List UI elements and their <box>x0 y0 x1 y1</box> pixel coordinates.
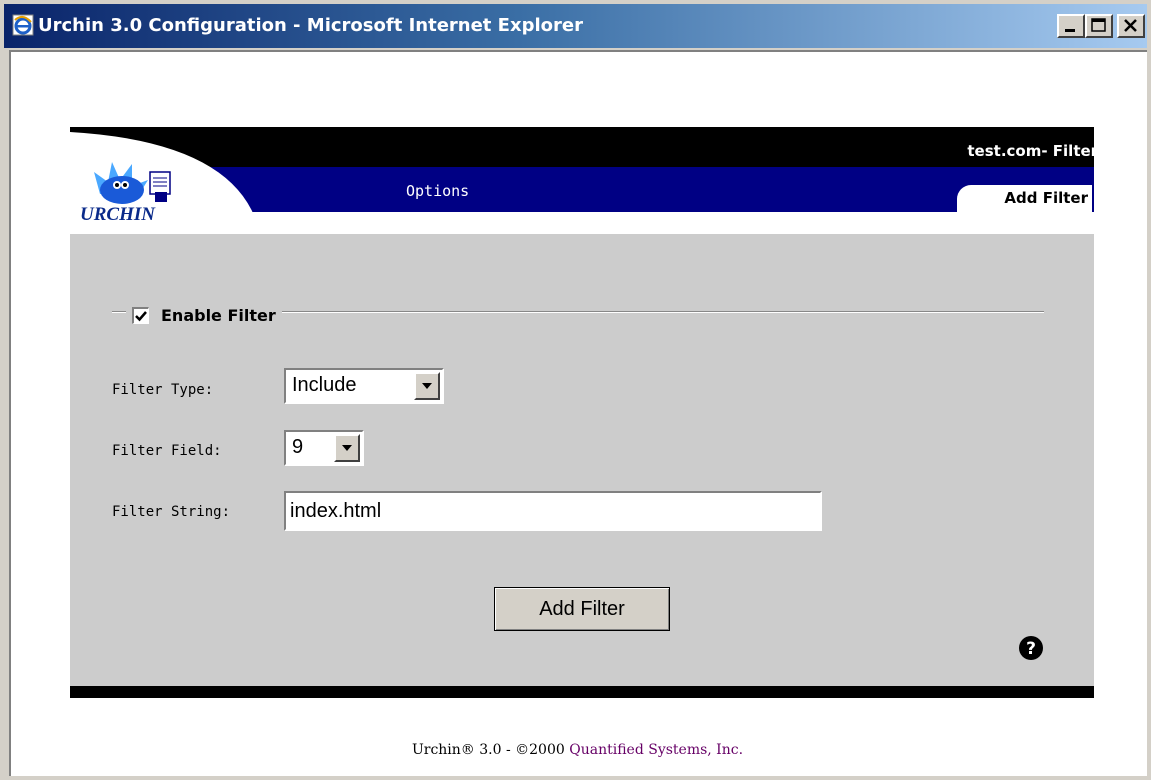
logo-text: URCHIN <box>80 204 155 225</box>
filter-field-select[interactable]: 9 <box>284 430 364 466</box>
internet-explorer-icon <box>12 14 34 36</box>
minimize-icon <box>1065 29 1075 32</box>
close-button[interactable] <box>1117 14 1145 38</box>
minimize-button[interactable] <box>1057 14 1085 38</box>
page-footer: Urchin® 3.0 - ©2000 Quantified Systems, … <box>2 742 1151 758</box>
tab-add-filter-label: Add Filter <box>1004 189 1088 207</box>
enable-filter-checkbox[interactable] <box>132 306 149 324</box>
question-circle-icon[interactable]: ? <box>1017 634 1045 662</box>
filter-field-dropdown-button[interactable] <box>334 434 360 462</box>
filter-string-input[interactable] <box>284 491 822 531</box>
filter-field-label: Filter Field: <box>112 443 222 459</box>
checkmark-icon <box>135 310 147 321</box>
filter-field-value: 9 <box>292 436 304 458</box>
urchin-logo: URCHIN <box>70 132 380 234</box>
tab-options[interactable]: Options <box>406 182 469 200</box>
filter-string-label: Filter String: <box>112 504 231 520</box>
chevron-down-icon <box>342 445 352 451</box>
maximize-icon <box>1091 18 1106 32</box>
maximize-button[interactable] <box>1085 14 1113 38</box>
add-filter-button[interactable]: Add Filter <box>494 587 670 631</box>
panel-footer-bar <box>70 686 1094 698</box>
tab-add-filter[interactable]: Add Filter <box>957 185 1092 212</box>
company-link[interactable]: Quantified Systems, Inc. <box>569 742 743 758</box>
copyright-text: Urchin® 3.0 - ©2000 <box>411 742 570 758</box>
enable-filter-legend: Enable Filter <box>126 300 282 330</box>
filter-type-dropdown-button[interactable] <box>414 372 440 400</box>
close-icon <box>1124 19 1137 32</box>
svg-text:?: ? <box>1026 639 1036 659</box>
filter-type-label: Filter Type: <box>112 382 214 398</box>
page-title: test.com- Filters <box>967 142 1107 160</box>
title-bar[interactable]: Urchin 3.0 Configuration - Microsoft Int… <box>4 4 1147 48</box>
filter-type-value: Include <box>292 374 357 396</box>
chevron-down-icon <box>422 383 432 389</box>
browser-window: Urchin 3.0 Configuration - Microsoft Int… <box>0 0 1151 780</box>
window-title: Urchin 3.0 Configuration - Microsoft Int… <box>38 15 583 36</box>
filter-type-select[interactable]: Include <box>284 368 444 404</box>
enable-filter-label: Enable Filter <box>161 305 276 325</box>
